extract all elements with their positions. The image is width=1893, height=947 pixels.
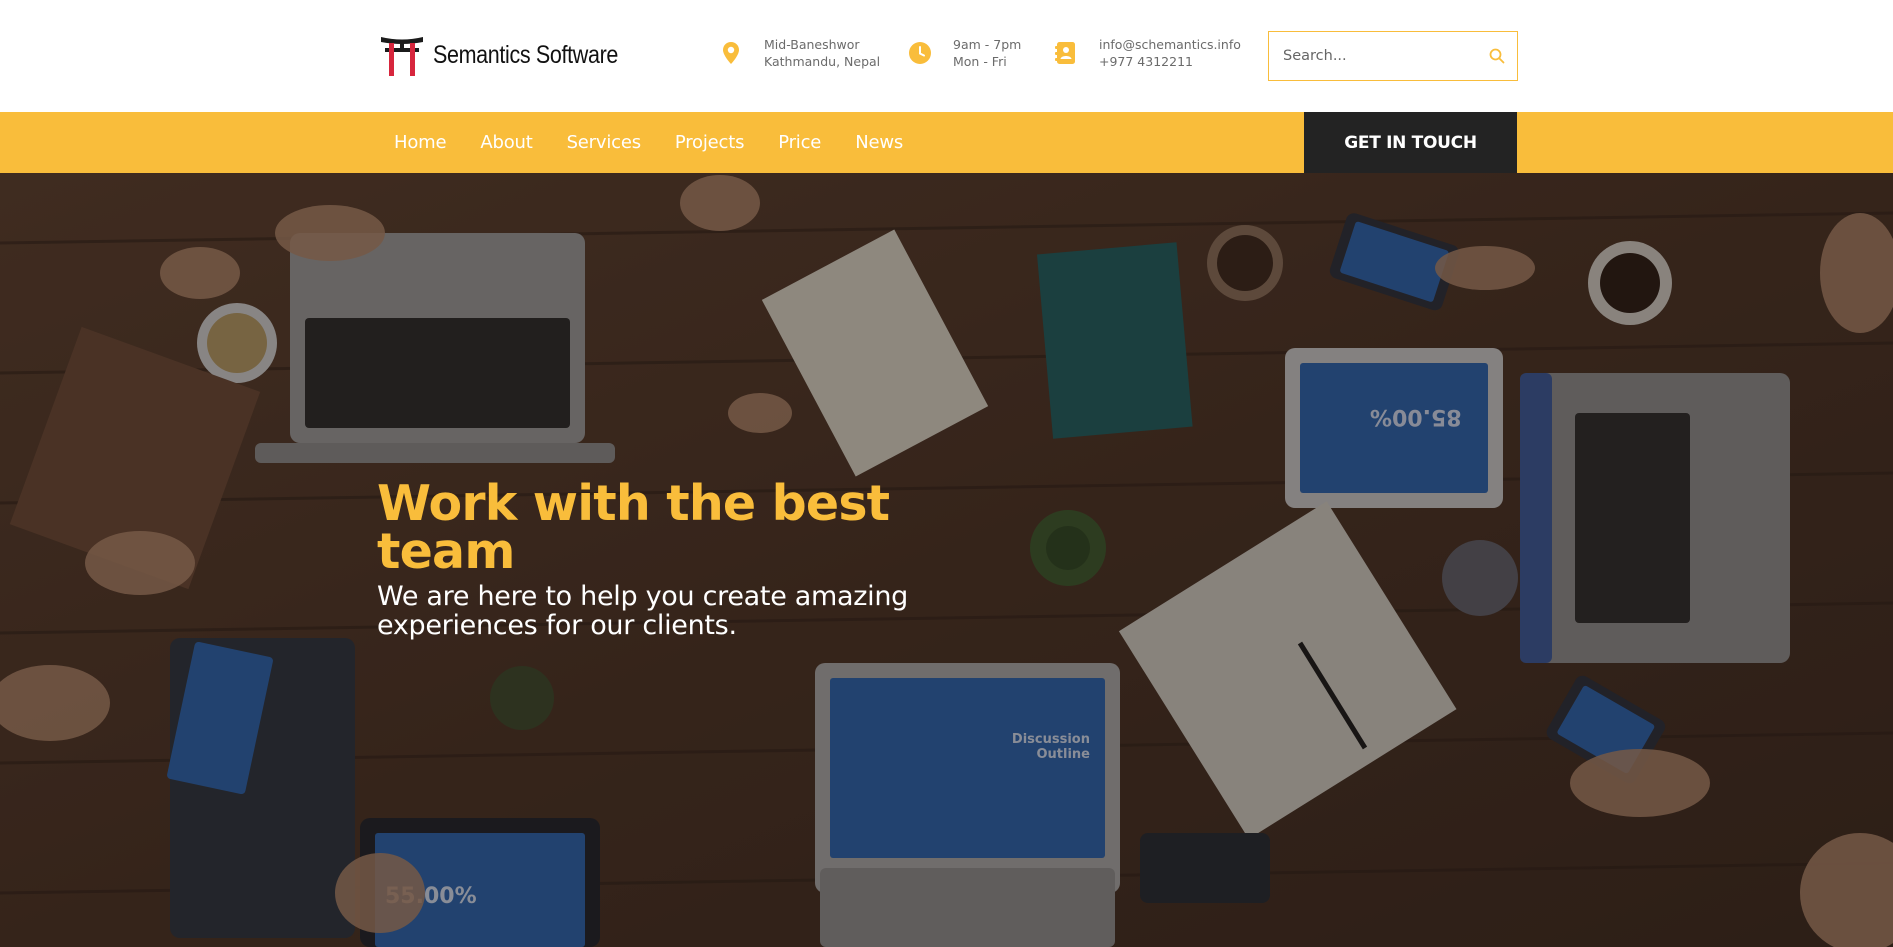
search-icon[interactable] [1485,44,1509,68]
hero-section: 85.00% Discussion Outline 55.00% Work wi… [0,173,1893,947]
nav-item-projects[interactable]: Projects [675,132,745,153]
hero-overlay [0,173,1893,947]
brand[interactable]: Semantics Software [380,32,648,78]
clock-icon [907,36,933,70]
hours-line-2: Mon - Fri [953,54,1007,69]
contact-card-icon [1053,36,1079,70]
contact-email[interactable]: info@schemantics.info [1099,36,1241,53]
get-in-touch-button[interactable]: GET IN TOUCH [1304,112,1517,173]
nav-item-about[interactable]: About [480,132,532,153]
top-header: Semantics Software Mid-Baneshwor Kathman… [0,0,1893,112]
contact-phone[interactable]: +977 4312211 [1099,53,1241,70]
hours-line-1: 9am - 7pm [953,37,1022,52]
brand-name: Semantics Software [433,40,619,69]
nav-item-services[interactable]: Services [567,132,642,153]
main-nav: Home About Services Projects Price News [0,112,1893,173]
address-line-2: Kathmandu, Nepal [764,54,881,69]
nav-item-home[interactable]: Home [394,132,447,153]
map-pin-icon [718,36,744,70]
hero-subtitle: We are here to help you create amazing e… [377,581,909,641]
torii-gate-logo-icon [381,37,423,76]
hero-title: Work with the best team [377,475,890,580]
address-info: Mid-Baneshwor Kathmandu, Nepal [718,36,880,70]
nav-item-news[interactable]: News [855,132,903,153]
search-box [1268,31,1518,81]
address-line-1: Mid-Baneshwor [764,37,860,52]
search-input[interactable] [1269,32,1469,80]
hours-info: 9am - 7pm Mon - Fri [907,36,1021,70]
contact-info: info@schemantics.info +977 4312211 [1053,36,1241,70]
nav-list: Home About Services Projects Price News [394,112,937,173]
nav-item-price[interactable]: Price [778,132,821,153]
